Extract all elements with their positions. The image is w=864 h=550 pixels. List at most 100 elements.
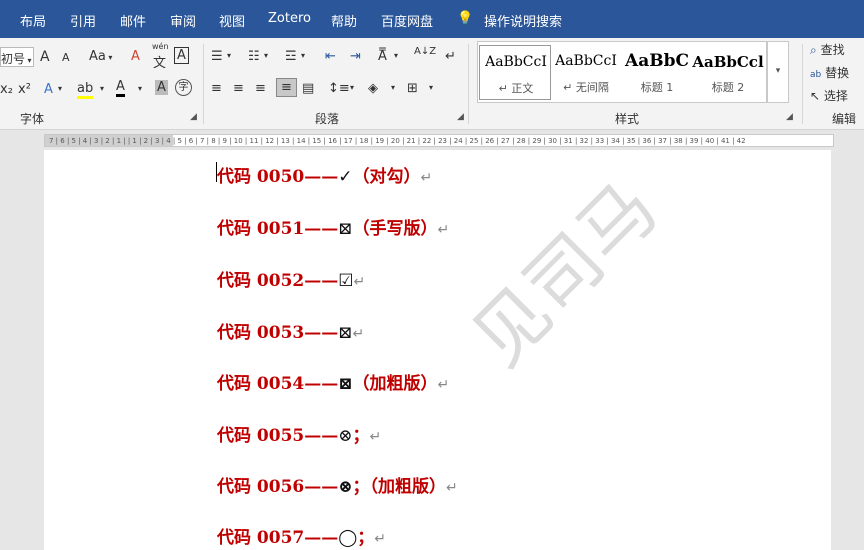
- doc-line: 代码 0057——◯；↵: [217, 523, 386, 548]
- numbering-icon[interactable]: ☷: [248, 49, 260, 64]
- paragraph-mark: ↵: [352, 326, 365, 342]
- font-color-dropdown[interactable]: ▾: [138, 84, 142, 93]
- paragraph-mark: ↵: [353, 274, 366, 290]
- style-heading-1[interactable]: AaBbC 标题 1: [621, 45, 693, 100]
- select-label: 选择: [823, 89, 848, 103]
- shading-icon[interactable]: ◈: [368, 81, 378, 96]
- select-button[interactable]: ↖ 选择: [810, 87, 848, 104]
- style-heading-2[interactable]: AaBbCcl 标题 2: [692, 45, 764, 100]
- text-effects-dropdown[interactable]: ▾: [58, 84, 62, 93]
- separator: [802, 44, 803, 124]
- style-name: 标题 2: [711, 81, 745, 94]
- char-border-icon[interactable]: A: [174, 47, 189, 64]
- boxed-check-mark: ☑: [338, 271, 354, 291]
- align-center-icon[interactable]: ≡: [233, 81, 244, 96]
- paragraph-dialog-launcher[interactable]: ◢: [457, 112, 464, 122]
- decrease-indent-icon[interactable]: ⇤: [325, 49, 336, 64]
- note-text: ；: [357, 528, 375, 548]
- menu-view[interactable]: 视图: [219, 11, 245, 30]
- justify-icon[interactable]: ≡: [276, 78, 297, 97]
- highlight-icon[interactable]: ab: [77, 81, 94, 99]
- shading-dropdown[interactable]: ▾: [391, 83, 395, 92]
- multilevel-list-icon[interactable]: ☲: [285, 49, 297, 64]
- code-text: 代码 0054——: [217, 374, 339, 394]
- borders-icon[interactable]: ⊞: [407, 81, 418, 96]
- menu-references[interactable]: 引用: [70, 11, 96, 30]
- ruler-ticks: 7 | 6 | 5 | 4 | 3 | 2 | 1 | | 1 | 2 | 3 …: [49, 137, 746, 145]
- enclose-char-icon[interactable]: 字: [175, 79, 192, 96]
- align-left-icon[interactable]: ≡: [211, 81, 222, 96]
- separator: [203, 44, 204, 124]
- code-text: 代码 0055——: [217, 426, 339, 446]
- menu-zotero[interactable]: Zotero: [268, 11, 311, 26]
- paragraph-mark: ↵: [437, 222, 450, 238]
- boxed-x-mark: ⊠: [338, 323, 353, 343]
- paragraph-mark: ↵: [374, 531, 386, 547]
- doc-line: 代码 0056——⊗；（加粗版）↵: [217, 472, 458, 497]
- superscript-icon[interactable]: x²: [18, 82, 31, 97]
- circle-mark: ◯: [338, 528, 358, 548]
- font-size-value: 初号: [1, 52, 26, 66]
- style-normal[interactable]: AaBbCcI ↵ 正文: [479, 45, 551, 100]
- change-case-icon[interactable]: Aa ▾: [89, 49, 112, 64]
- align-right-icon[interactable]: ≡: [255, 81, 266, 96]
- doc-line: 代码 0052——☑↵: [217, 266, 365, 291]
- code-text: 代码 0050——: [217, 167, 339, 187]
- line-spacing-icon[interactable]: ↕≡: [328, 81, 350, 96]
- editing-group-label: 编辑: [832, 112, 857, 126]
- grow-font-icon[interactable]: A: [40, 49, 50, 65]
- paragraph-mark: ↵: [420, 170, 433, 186]
- tell-me-search[interactable]: 操作说明搜索: [484, 11, 562, 30]
- menu-baidu-netdisk[interactable]: 百度网盘: [381, 11, 433, 30]
- phonetic-guide-icon[interactable]: 文: [153, 52, 166, 71]
- doc-line: 代码 0054——⊠（加粗版）↵: [217, 369, 449, 394]
- horizontal-ruler[interactable]: 7 | 6 | 5 | 4 | 3 | 2 | 1 | | 1 | 2 | 3 …: [44, 134, 834, 147]
- shrink-font-icon[interactable]: A: [62, 51, 70, 64]
- bullets-icon[interactable]: ☰: [211, 49, 223, 64]
- replace-button[interactable]: ab 替换: [810, 64, 849, 81]
- menu-review[interactable]: 审阅: [170, 11, 196, 30]
- char-shading-icon[interactable]: A: [155, 80, 168, 95]
- menu-help[interactable]: 帮助: [331, 11, 357, 30]
- menu-mailings[interactable]: 邮件: [120, 11, 146, 30]
- replace-icon: ab: [810, 70, 822, 80]
- show-marks-icon[interactable]: ↵: [445, 49, 456, 64]
- document-page[interactable]: 见司马 代码 0050——✓（对勾）↵ 代码 0051——⊠（手写版）↵ 代码 …: [44, 150, 831, 550]
- doc-line: 代码 0050——✓（对勾）↵: [217, 162, 432, 187]
- font-color-icon[interactable]: A: [116, 79, 125, 97]
- styles-dialog-launcher[interactable]: ◢: [786, 112, 793, 122]
- styles-more-button[interactable]: ▾: [767, 41, 789, 103]
- find-button[interactable]: ⌕ 查找: [810, 41, 845, 58]
- text-effects-icon[interactable]: A: [44, 82, 53, 97]
- style-no-spacing[interactable]: AaBbCcI ↵ 无间隔: [550, 45, 622, 100]
- multilevel-list-dropdown[interactable]: ▾: [301, 51, 305, 60]
- note-text: （加粗版）: [352, 374, 438, 394]
- style-sample: AaBbCcI: [555, 53, 617, 69]
- change-case-label: Aa: [89, 49, 106, 64]
- highlight-dropdown[interactable]: ▾: [100, 84, 104, 93]
- subscript-icon[interactable]: x₂: [0, 82, 13, 97]
- replace-label: 替换: [825, 66, 850, 80]
- note-text: （对勾）: [352, 167, 421, 187]
- borders-dropdown[interactable]: ▾: [429, 83, 433, 92]
- doc-line: 代码 0053——⊠↵: [217, 318, 364, 343]
- style-name: 标题 1: [640, 81, 674, 94]
- boxed-x-mark: ⊠: [338, 219, 353, 239]
- bullets-dropdown[interactable]: ▾: [227, 51, 231, 60]
- lightbulb-icon: 💡: [457, 11, 474, 26]
- paragraph-mark: ↵: [437, 377, 450, 393]
- sort-icon[interactable]: A↓Z: [414, 47, 436, 57]
- code-text: 代码 0053——: [217, 323, 339, 343]
- increase-indent-icon[interactable]: ⇥: [350, 49, 361, 64]
- char-scaling-dropdown[interactable]: ▾: [394, 51, 398, 60]
- numbering-dropdown[interactable]: ▾: [264, 51, 268, 60]
- line-spacing-dropdown[interactable]: ▾: [350, 83, 354, 92]
- menu-layout[interactable]: 布局: [20, 11, 46, 30]
- code-text: 代码 0052——: [217, 271, 339, 291]
- font-size-select[interactable]: 初号 ▾: [0, 47, 34, 67]
- style-sample: AaBbCcI: [485, 54, 547, 70]
- char-scaling-icon[interactable]: A̿: [378, 49, 387, 64]
- font-dialog-launcher[interactable]: ◢: [190, 112, 197, 122]
- clear-format-icon[interactable]: A: [131, 49, 140, 64]
- distributed-icon[interactable]: ▤: [302, 81, 314, 96]
